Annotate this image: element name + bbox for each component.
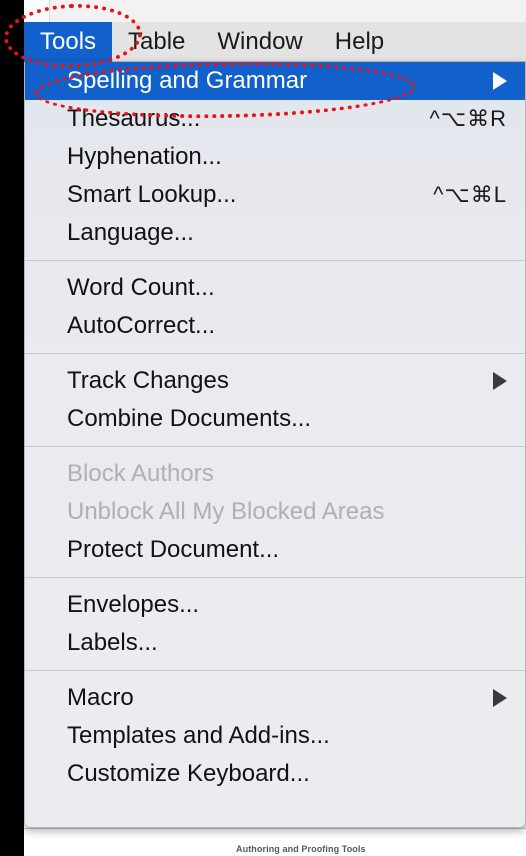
menu-item-label: Macro: [67, 684, 134, 711]
menu-bar: Tools Table Window Help: [24, 21, 526, 62]
menu-item-label: Block Authors: [67, 460, 214, 487]
menu-item-protect-document[interactable]: Protect Document...: [25, 531, 525, 569]
submenu-chevron-right-icon: [493, 372, 507, 390]
menu-item-label: Spelling and Grammar: [67, 67, 308, 94]
menu-item-language[interactable]: Language...: [25, 214, 525, 252]
menu-item-label: Thesaurus...: [67, 105, 201, 132]
menu-item-label: Hyphenation...: [67, 143, 222, 170]
menubar-item-help[interactable]: Help: [319, 22, 400, 62]
menubar-item-window[interactable]: Window: [201, 22, 318, 62]
menu-item-unblock-all-my-blocked-areas: Unblock All My Blocked Areas: [25, 493, 525, 531]
menu-item-label: Language...: [67, 219, 194, 246]
menu-item-label: Smart Lookup...: [67, 181, 237, 208]
menu-item-customize-keyboard[interactable]: Customize Keyboard...: [25, 755, 525, 793]
menu-separator: [25, 670, 525, 671]
menu-separator: [25, 353, 525, 354]
menubar-item-tools[interactable]: Tools: [24, 21, 113, 62]
menu-item-shortcut: ^⌥⌘L: [433, 182, 507, 207]
document-status-bar: Authoring and Proofing Tools: [24, 828, 526, 856]
menu-item-label: Customize Keyboard...: [67, 760, 310, 787]
menu-item-label: Word Count...: [67, 274, 215, 301]
menu-item-combine-documents[interactable]: Combine Documents...: [25, 400, 525, 438]
menu-item-smart-lookup[interactable]: Smart Lookup... ^⌥⌘L: [25, 176, 525, 214]
submenu-chevron-right-icon: [493, 689, 507, 707]
menu-item-label: Templates and Add-ins...: [67, 722, 330, 749]
authoring-proofing-tools-label: Authoring and Proofing Tools: [236, 844, 366, 854]
tools-dropdown-menu: Spelling and Grammar Thesaurus... ^⌥⌘R Hyph…: [24, 62, 526, 828]
menu-item-track-changes[interactable]: Track Changes: [25, 362, 525, 400]
menubar-item-table[interactable]: Table: [112, 22, 201, 62]
screenshot-root: Authoring and Proofing Tools Tools Table W…: [0, 0, 526, 856]
menu-item-label: Protect Document...: [67, 536, 280, 563]
menu-item-label: Envelopes...: [67, 591, 200, 618]
menu-item-shortcut: ^⌥⌘R: [429, 106, 507, 131]
menu-item-label: Unblock All My Blocked Areas: [67, 498, 385, 525]
menu-item-macro[interactable]: Macro: [25, 679, 525, 717]
menu-item-word-count[interactable]: Word Count...: [25, 269, 525, 307]
menu-item-labels[interactable]: Labels...: [25, 624, 525, 662]
menu-separator: [25, 260, 525, 261]
submenu-chevron-right-icon: [493, 72, 507, 90]
menu-item-templates-and-add-ins[interactable]: Templates and Add-ins...: [25, 717, 525, 755]
menu-item-envelopes[interactable]: Envelopes...: [25, 586, 525, 624]
menu-item-label: Combine Documents...: [67, 405, 312, 432]
menu-item-block-authors: Block Authors: [25, 455, 525, 493]
menu-item-label: Track Changes: [67, 367, 229, 394]
menu-item-label: AutoCorrect...: [67, 312, 216, 339]
menu-item-label: Labels...: [67, 629, 158, 656]
menu-item-autocorrect[interactable]: AutoCorrect...: [25, 307, 525, 345]
menu-separator: [25, 446, 525, 447]
menu-item-thesaurus[interactable]: Thesaurus... ^⌥⌘R: [25, 100, 525, 138]
menu-separator: [25, 577, 525, 578]
menu-item-spelling-and-grammar[interactable]: Spelling and Grammar: [25, 62, 525, 100]
menu-item-hyphenation[interactable]: Hyphenation...: [25, 138, 525, 176]
